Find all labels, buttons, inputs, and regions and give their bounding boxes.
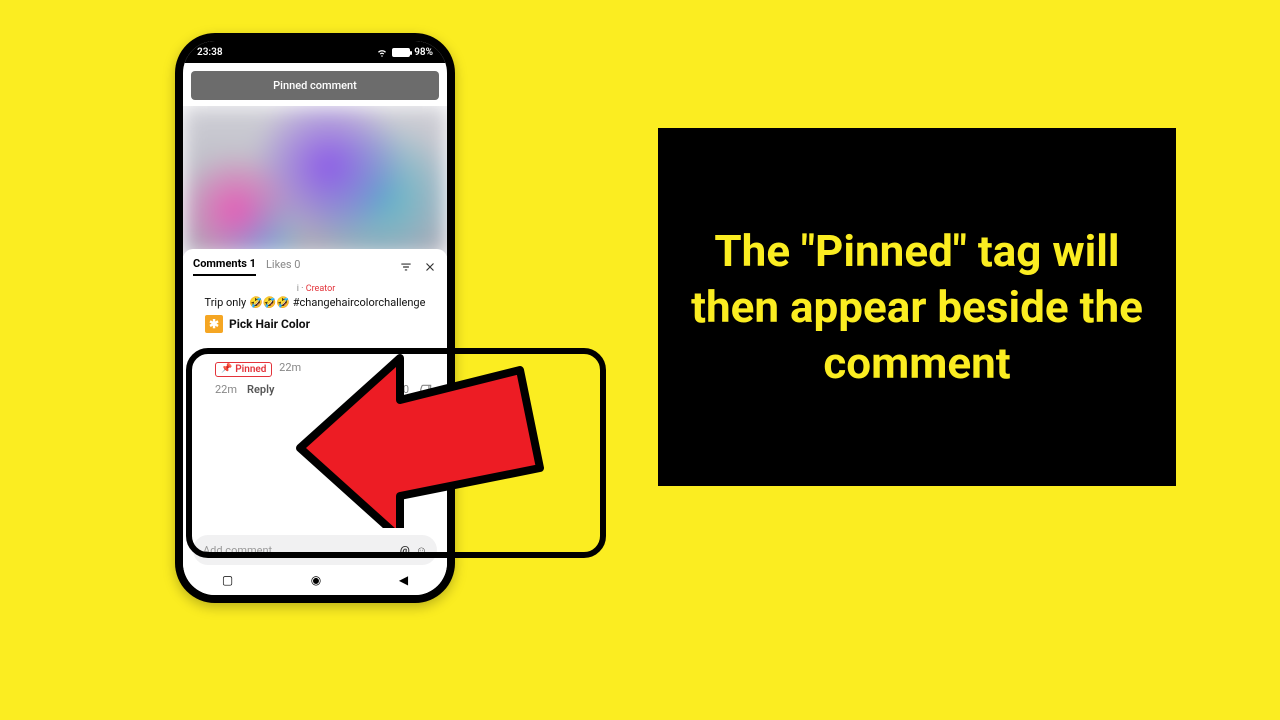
- status-right: 98%: [376, 46, 433, 58]
- featured-comment-text: Trip only 🤣🤣🤣 #changehaircolorchallenge: [183, 296, 447, 309]
- mention-icon[interactable]: @: [400, 544, 410, 557]
- instruction-text: The "Pinned" tag will then appear beside…: [688, 223, 1146, 392]
- nav-home-icon[interactable]: ◉: [311, 573, 321, 587]
- nav-recent-icon[interactable]: ▢: [222, 573, 233, 587]
- reply-button[interactable]: Reply: [247, 383, 274, 396]
- wifi-icon: [376, 46, 388, 58]
- status-time: 23:38: [197, 47, 223, 58]
- tab-likes[interactable]: Likes 0: [266, 258, 301, 275]
- comment-placeholder: Add comment...: [203, 544, 394, 557]
- nav-back-icon[interactable]: ◀: [399, 573, 408, 587]
- creator-label: Creator: [306, 284, 336, 294]
- pinned-tag: 📌 Pinned: [215, 362, 272, 377]
- filter-icon[interactable]: [399, 260, 413, 274]
- tab-comments[interactable]: Comments 1: [193, 257, 256, 276]
- close-icon[interactable]: [423, 260, 437, 274]
- pinned-banner: Pinned comment: [191, 71, 439, 100]
- comment-input[interactable]: Add comment... @ ☺: [193, 535, 437, 565]
- android-nav: ▢ ◉ ◀: [183, 569, 447, 591]
- pin-icon: 📌: [221, 364, 232, 374]
- creator-tag: i · Creator: [183, 284, 447, 294]
- emoji-icon[interactable]: ☺: [416, 544, 427, 557]
- battery-icon: [392, 48, 410, 57]
- pinned-tag-label: Pinned: [235, 364, 266, 375]
- comment-time: 22m: [215, 383, 237, 396]
- sparkle-icon: ✱: [205, 315, 223, 333]
- battery-percent: 98%: [414, 47, 433, 58]
- video-preview: [183, 106, 447, 256]
- status-bar: 23:38 98%: [183, 41, 447, 63]
- sheet-header: Comments 1 Likes 0: [183, 249, 447, 280]
- instruction-panel: The "Pinned" tag will then appear beside…: [658, 128, 1176, 486]
- pointer-arrow-icon: [290, 328, 550, 528]
- creator-prefix: i ·: [297, 284, 304, 294]
